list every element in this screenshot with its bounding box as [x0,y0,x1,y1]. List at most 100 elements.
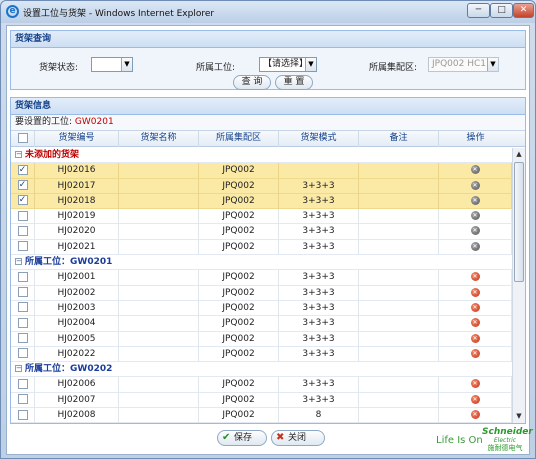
group-row[interactable]: − 所属工位：GW0202 [11,362,512,378]
remove-disabled-icon[interactable]: ✕ [470,165,480,175]
select-all-checkbox[interactable] [17,132,28,143]
remove-disabled-icon[interactable]: ✕ [470,211,480,221]
status-select[interactable]: ▼ [91,57,133,72]
minimize-button[interactable]: ─ [467,3,490,18]
table-row[interactable]: HJ02020 JPQ002 3+3+3 ✕ [11,224,512,240]
group-row[interactable]: − 所属工位：GW0201 [11,255,512,271]
remove-icon[interactable]: ✕ [470,287,480,297]
save-button[interactable]: ✔ 保存 [217,430,267,446]
row-select-cell[interactable]: ✓ [11,178,35,194]
table-row[interactable]: HJ02007 JPQ002 3+3+3 ✕ [11,392,512,409]
remove-icon[interactable]: ✕ [470,410,480,420]
group-row[interactable]: − 未添加的货架 [11,148,512,164]
remove-icon[interactable]: ✕ [470,333,480,343]
row-checkbox[interactable] [17,302,28,313]
cell-op[interactable]: ✕ [439,285,512,301]
table-row[interactable]: HJ02005 JPQ002 3+3+3 ✕ [11,331,512,347]
header-area[interactable]: 所属集配区 [199,131,279,147]
search-button[interactable]: 查 询 [233,75,271,90]
table-row[interactable]: HJ02021 JPQ002 3+3+3 ✕ [11,239,512,256]
cell-op[interactable]: ✕ [439,178,512,194]
row-checkbox[interactable]: ✓ [17,164,28,175]
row-checkbox[interactable] [17,225,28,236]
remove-icon[interactable]: ✕ [470,272,480,282]
remove-icon[interactable]: ✕ [470,348,480,358]
close-window-button[interactable]: ✕ [513,3,534,18]
row-select-cell[interactable] [11,392,35,408]
row-select-cell[interactable] [11,285,35,301]
header-code[interactable]: 货架编号 [35,131,119,147]
table-row[interactable]: ✓ HJ02018 JPQ002 3+3+3 ✕ [11,193,512,210]
row-select-cell[interactable]: ✓ [11,163,35,179]
row-checkbox[interactable] [17,409,28,420]
remove-disabled-icon[interactable]: ✕ [470,195,480,205]
table-row[interactable]: HJ02003 JPQ002 3+3+3 ✕ [11,300,512,317]
cell-op[interactable]: ✕ [439,270,512,286]
row-select-cell[interactable] [11,209,35,225]
cell-op[interactable]: ✕ [439,331,512,347]
collapse-icon[interactable]: − [15,258,22,266]
close-button[interactable]: ✖ 关闭 [271,430,325,446]
row-checkbox[interactable] [17,210,28,221]
cell-op[interactable]: ✕ [439,408,512,423]
row-select-cell[interactable] [11,300,35,316]
area-select[interactable]: JPQ002 HC1 ▼ [428,57,499,72]
row-checkbox[interactable] [17,378,28,389]
row-checkbox[interactable]: ✓ [17,180,28,191]
remove-icon[interactable]: ✕ [470,318,480,328]
row-select-cell[interactable]: ✓ [11,193,35,209]
table-row[interactable]: HJ02006 JPQ002 3+3+3 ✕ [11,377,512,393]
table-row[interactable]: HJ02022 JPQ002 3+3+3 ✕ [11,346,512,363]
header-remark[interactable]: 备注 [359,131,439,147]
remove-icon[interactable]: ✕ [470,394,480,404]
remove-disabled-icon[interactable]: ✕ [470,226,480,236]
grid-scrollbar[interactable]: ▲ ▼ [512,148,525,423]
cell-op[interactable]: ✕ [439,392,512,408]
group-label[interactable]: − 所属工位：GW0202 [15,362,112,376]
scrollbar-thumb[interactable] [514,162,524,282]
collapse-icon[interactable]: − [15,151,22,158]
table-row[interactable]: ✓ HJ02016 JPQ002 ✕ [11,163,512,179]
cell-op[interactable]: ✕ [439,163,512,179]
reset-button[interactable]: 重 置 [275,75,313,90]
header-select-all[interactable] [11,131,35,147]
row-select-cell[interactable] [11,331,35,347]
header-name[interactable]: 货架名称 [119,131,199,147]
header-mode[interactable]: 货架模式 [279,131,359,147]
remove-disabled-icon[interactable]: ✕ [470,241,480,251]
row-checkbox[interactable] [17,287,28,298]
cell-op[interactable]: ✕ [439,209,512,225]
row-checkbox[interactable]: ✓ [17,195,28,206]
cell-op[interactable]: ✕ [439,300,512,316]
row-checkbox[interactable] [17,348,28,359]
header-operation[interactable]: 操作 [439,131,512,147]
cell-op[interactable]: ✕ [439,316,512,332]
row-select-cell[interactable] [11,239,35,255]
row-checkbox[interactable] [17,333,28,344]
row-checkbox[interactable] [17,241,28,252]
maximize-button[interactable]: □ [490,3,513,18]
cell-op[interactable]: ✕ [439,377,512,393]
cell-op[interactable]: ✕ [439,239,512,255]
row-select-cell[interactable] [11,224,35,240]
table-row[interactable]: HJ02001 JPQ002 3+3+3 ✕ [11,270,512,286]
table-row[interactable]: HJ02004 JPQ002 3+3+3 ✕ [11,316,512,332]
row-select-cell[interactable] [11,316,35,332]
row-select-cell[interactable] [11,270,35,286]
row-select-cell[interactable] [11,377,35,393]
table-row[interactable]: HJ02002 JPQ002 3+3+3 ✕ [11,285,512,301]
collapse-icon[interactable]: − [15,365,22,373]
group-label[interactable]: − 所属工位：GW0201 [15,255,112,269]
remove-disabled-icon[interactable]: ✕ [470,180,480,190]
row-select-cell[interactable] [11,408,35,423]
station-select[interactable]: 【请选择】 ▼ [259,57,317,72]
table-row[interactable]: HJ02008 JPQ002 8 ✕ [11,408,512,423]
row-checkbox[interactable] [17,394,28,405]
remove-icon[interactable]: ✕ [470,302,480,312]
cell-op[interactable]: ✕ [439,193,512,209]
cell-op[interactable]: ✕ [439,346,512,362]
group-label[interactable]: − 未添加的货架 [15,148,79,162]
cell-op[interactable]: ✕ [439,224,512,240]
remove-icon[interactable]: ✕ [470,379,480,389]
scroll-up-icon[interactable]: ▲ [513,148,525,161]
